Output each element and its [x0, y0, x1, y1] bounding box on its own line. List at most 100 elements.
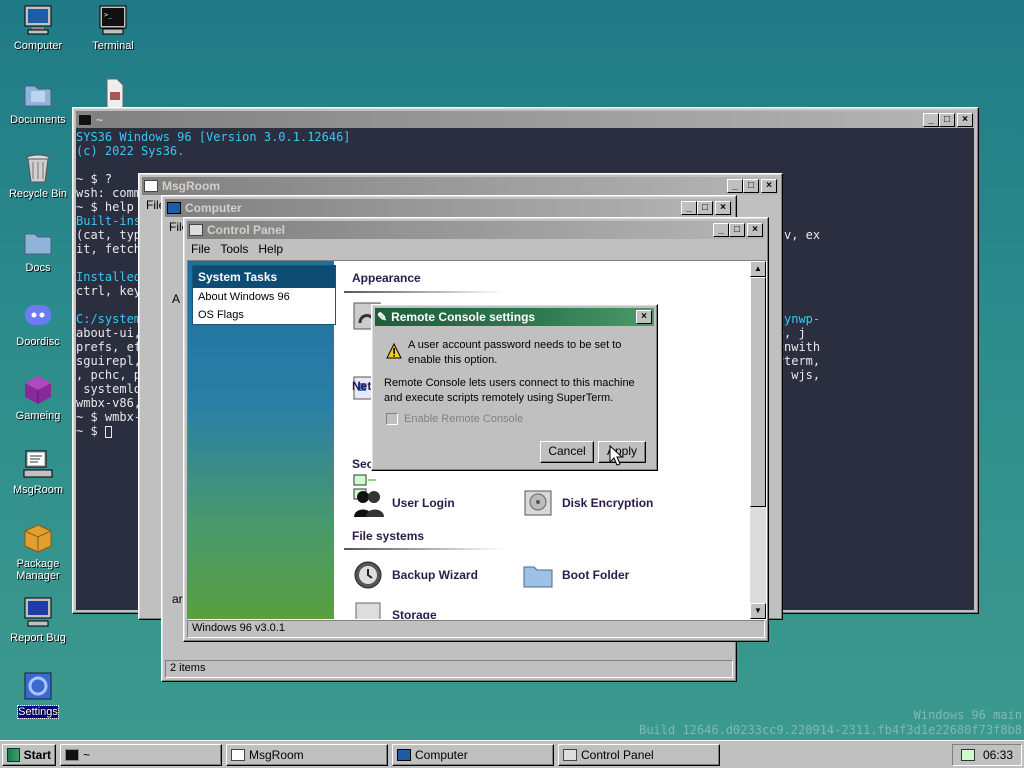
desktop-icon-settings[interactable]: Settings [1, 670, 75, 719]
item-boot-folder[interactable]: Boot Folder [522, 559, 629, 591]
close-button[interactable]: × [957, 113, 973, 127]
scroll-down-button[interactable]: ▼ [750, 603, 766, 619]
desktop-icon-label: Terminal [92, 40, 134, 52]
task-computer[interactable]: Computer [392, 743, 554, 766]
scroll-up-button[interactable]: ▲ [750, 261, 766, 277]
minimize-button[interactable]: _ [727, 179, 743, 193]
system-tasks-panel: System Tasks About Windows 96 OS Flags [192, 265, 336, 325]
satellite-icon: ✎ [377, 310, 388, 324]
close-button[interactable]: × [636, 310, 652, 324]
dialog-titlebar[interactable]: ✎ Remote Console settings × [375, 308, 654, 326]
task-label: Control Panel [581, 747, 654, 762]
minimize-button[interactable]: _ [923, 113, 939, 127]
task-control-panel[interactable]: Control Panel [558, 743, 720, 766]
enable-remote-console-checkbox[interactable]: Enable Remote Console [386, 413, 523, 425]
checkbox-label: Enable Remote Console [404, 413, 524, 425]
watermark-line1: Windows 96 main [913, 708, 1022, 722]
desktop-icon-terminal[interactable]: >_ Terminal [76, 4, 150, 52]
control-panel-titlebar[interactable]: Control Panel _ □ × [187, 221, 765, 239]
cancel-button[interactable]: Cancel [540, 441, 594, 463]
item-disk-encryption[interactable]: Disk Encryption [522, 487, 653, 519]
task-os-flags[interactable]: OS Flags [193, 306, 335, 324]
task-label: ~ [83, 747, 91, 762]
msgroom-title: MsgRoom [162, 179, 220, 193]
desktop-icon-recycle-bin[interactable]: Recycle Bin [1, 152, 75, 200]
watermark-line2: Build 12646.d0233cc9.220914-2311.fb4f3d1… [639, 723, 1022, 737]
terminal-title: ~ [96, 113, 104, 127]
close-button[interactable]: × [761, 179, 777, 193]
monitor-icon [397, 748, 411, 761]
desktop-icon-package-manager[interactable]: Package Manager [1, 522, 75, 582]
desktop-icon-label: Doordisc [16, 336, 60, 348]
vertical-scrollbar[interactable]: ▲ ▼ [750, 261, 766, 619]
scroll-thumb[interactable] [750, 277, 766, 507]
text-cursor [104, 425, 112, 438]
start-button[interactable]: Start [2, 743, 56, 766]
settings-icon [22, 670, 54, 702]
maximize-button[interactable]: □ [743, 179, 759, 193]
task-label: MsgRoom [249, 747, 304, 762]
address-fragment: A [172, 292, 181, 306]
taskbar: Start ~ MsgRoom Computer Control Panel 0… [0, 740, 1024, 768]
hard-disk-icon [522, 487, 554, 519]
item-storage[interactable]: Storage [352, 599, 437, 620]
description-text: Remote Console lets users connect to thi… [384, 377, 635, 404]
task-about-windows[interactable]: About Windows 96 [193, 288, 335, 306]
desktop-icon-gameing[interactable]: Gameing [1, 374, 75, 422]
maximize-button[interactable]: □ [939, 113, 955, 127]
close-button[interactable]: × [747, 223, 763, 237]
warning-text: A user account password needs to be set … [408, 339, 622, 366]
checkbox-box[interactable] [386, 413, 398, 425]
desktop-icon-label: Settings [17, 705, 59, 719]
network-tray-icon[interactable] [960, 748, 975, 761]
item-label: Backup Wizard [392, 568, 478, 582]
item-backup-wizard[interactable]: Backup Wizard [352, 559, 478, 591]
task-terminal[interactable]: ~ [60, 743, 222, 766]
terminal-icon [78, 114, 92, 126]
users-icon [352, 487, 384, 519]
desktop-icon-label: Docs [25, 262, 51, 274]
desktop-icon-label: Report Bug [10, 632, 66, 644]
minimize-button[interactable]: _ [681, 201, 697, 215]
folder-icon [22, 78, 54, 110]
desktop-icon-report-bug[interactable]: Report Bug [1, 596, 75, 644]
desktop-icon-computer[interactable]: Computer [1, 4, 75, 52]
desktop-icon-label: Computer [13, 40, 63, 52]
cube-icon [22, 374, 54, 406]
control-panel-title: Control Panel [207, 223, 286, 237]
item-label: User Login [392, 496, 455, 510]
desktop-icon-docs[interactable]: Docs [1, 226, 75, 274]
status-text: Windows 96 v3.0.1 [192, 622, 285, 634]
maximize-button[interactable]: □ [697, 201, 713, 215]
maximize-button[interactable]: □ [729, 223, 745, 237]
monitor-icon [22, 4, 54, 36]
minimize-button[interactable]: _ [713, 223, 729, 237]
computer-title: Computer [185, 201, 242, 215]
task-label: Computer [415, 747, 468, 762]
dialog-title: Remote Console settings [391, 310, 536, 324]
menu-tools[interactable]: Tools [220, 242, 248, 256]
item-label: Storage [392, 608, 437, 620]
chat-icon [231, 748, 245, 761]
desktop-icon-label: Recycle Bin [8, 188, 68, 200]
chat-bubble-icon [22, 300, 54, 332]
desktop-icon-documents[interactable]: Documents [1, 78, 75, 126]
computer-status-bar: 2 items [165, 660, 733, 678]
start-label: Start [23, 747, 51, 762]
menu-help[interactable]: Help [258, 242, 283, 256]
terminal-icon: >_ [97, 4, 129, 36]
task-msgroom[interactable]: MsgRoom [226, 743, 388, 766]
close-button[interactable]: × [715, 201, 731, 215]
computer-titlebar[interactable]: Computer _ □ × [165, 199, 733, 217]
msgroom-titlebar[interactable]: MsgRoom _ □ × [142, 177, 779, 195]
control-panel-icon [563, 748, 577, 761]
terminal-titlebar[interactable]: ~ _ □ × [76, 111, 975, 129]
clock: 06:33 [982, 747, 1013, 762]
desktop-icon-msgroom[interactable]: MsgRoom [1, 448, 75, 496]
item-user-login[interactable]: User Login [352, 487, 455, 519]
control-panel-status-bar: Windows 96 v3.0.1 [187, 620, 765, 638]
system-tasks-header: System Tasks [193, 266, 335, 288]
desktop-icon-doordisc[interactable]: Doordisc [1, 300, 75, 348]
menu-file[interactable]: File [191, 242, 210, 256]
